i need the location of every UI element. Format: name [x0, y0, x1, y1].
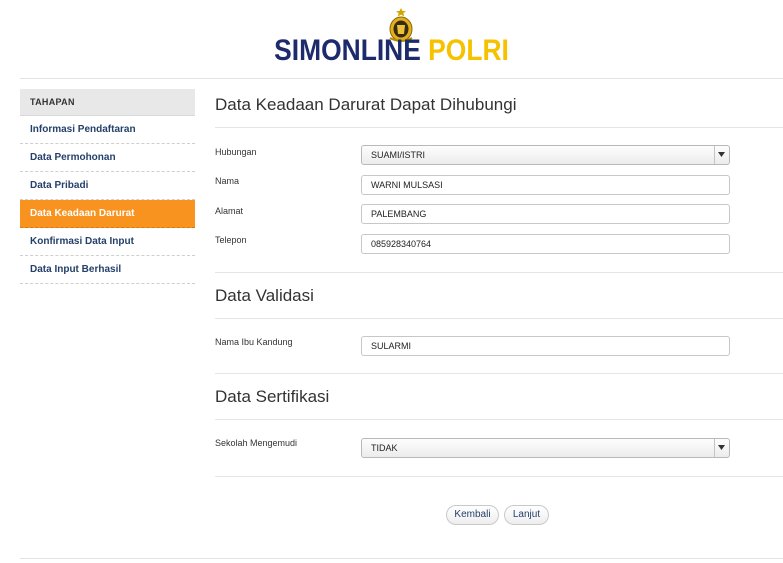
hubungan-select-value: SUAMI/ISTRI	[371, 150, 426, 160]
section-divider	[215, 318, 783, 319]
sekolah-mengemudi-label: Sekolah Mengemudi	[215, 438, 298, 448]
sekolah-mengemudi-select[interactable]: TIDAK	[361, 438, 730, 458]
sidebar-item-informasi-pendaftaran[interactable]: Informasi Pendaftaran	[20, 116, 195, 144]
sidebar-heading: Tahapan	[20, 89, 195, 116]
back-button[interactable]: Kembali	[446, 505, 499, 525]
sidebar-item-data-pribadi[interactable]: Data Pribadi	[20, 172, 195, 200]
sidebar-item-label: Data Pribadi	[30, 180, 89, 191]
alamat-label: Alamat	[215, 206, 244, 216]
chevron-down-icon	[714, 146, 729, 164]
sidebar-item-label: Data Permohonan	[30, 152, 116, 163]
sidebar-item-data-keadaan-darurat[interactable]: Data Keadaan Darurat	[20, 200, 195, 228]
nama-ibu-kandung-label: Nama Ibu Kandung	[215, 337, 293, 347]
telepon-label: Telepon	[215, 235, 247, 245]
sidebar-heading-label: Tahapan	[30, 97, 75, 107]
sidebar-item-data-input-berhasil[interactable]: Data Input Berhasil	[20, 256, 195, 284]
section-divider	[215, 127, 783, 128]
chevron-down-icon	[714, 439, 729, 457]
brand-text-simonline: SIMONLINE	[274, 34, 421, 67]
sekolah-mengemudi-select-value: TIDAK	[371, 443, 398, 453]
sidebar-item-label: Konfirmasi Data Input	[30, 236, 134, 247]
sidebar-item-label: Data Input Berhasil	[30, 264, 122, 275]
nama-input[interactable]: WARNI MULSASI	[361, 175, 730, 195]
section-divider	[215, 373, 783, 374]
next-button[interactable]: Lanjut	[504, 505, 549, 525]
sidebar-item-label: Informasi Pendaftaran	[30, 124, 136, 135]
validation-section-title: Data Validasi	[215, 286, 314, 305]
footer-divider	[20, 558, 783, 559]
telepon-input[interactable]: 085928340764	[361, 234, 730, 254]
header-divider	[20, 78, 783, 79]
sidebar-item-label: Data Keadaan Darurat	[30, 208, 135, 219]
section-divider	[215, 272, 783, 273]
section-divider	[215, 419, 783, 420]
hubungan-select[interactable]: SUAMI/ISTRI	[361, 145, 730, 165]
sidebar-item-data-permohonan[interactable]: Data Permohonan	[20, 144, 195, 172]
site-brand-logo[interactable]: SIMONLINE POLRI	[47, 34, 736, 68]
sidebar: Tahapan Informasi Pendaftaran Data Permo…	[20, 89, 195, 284]
brand-text-polri: POLRI	[428, 34, 509, 67]
certification-section-title: Data Sertifikasi	[215, 387, 330, 406]
nama-label: Nama	[215, 176, 240, 186]
emergency-section-title: Data Keadaan Darurat Dapat Dihubungi	[215, 95, 517, 114]
hubungan-label: Hubungan	[215, 147, 257, 157]
nama-ibu-kandung-input[interactable]: SULARMI	[361, 336, 730, 356]
section-divider	[215, 476, 783, 477]
alamat-input[interactable]: PALEMBANG	[361, 204, 730, 224]
sidebar-item-konfirmasi-data-input[interactable]: Konfirmasi Data Input	[20, 228, 195, 256]
